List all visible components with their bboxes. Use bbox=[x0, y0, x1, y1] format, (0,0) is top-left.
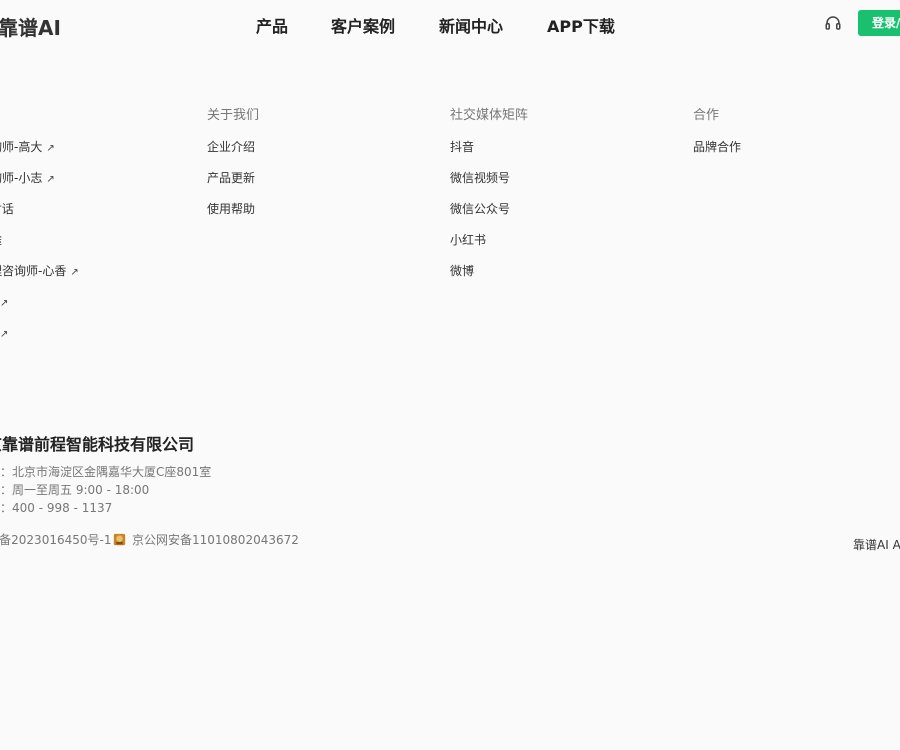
headset-icon[interactable] bbox=[824, 14, 842, 32]
police-record-text: 京公网安备11010802043672 bbox=[132, 533, 299, 547]
footer-link-future[interactable]: 前途 bbox=[0, 231, 79, 262]
footer-link-wechat-channels[interactable]: 微信视频号 bbox=[450, 169, 528, 200]
footer-link-extra-2[interactable]: ↗ bbox=[0, 324, 79, 355]
footer-col-products: 咨询师-高大↗ 咨询师-小志↗ AI对话 前途 心理咨询师-心香↗ ↗ ↗ bbox=[0, 107, 79, 355]
footer-link-wechat-official[interactable]: 微信公众号 bbox=[450, 200, 528, 231]
nav-item-news[interactable]: 新闻中心 bbox=[439, 13, 503, 37]
app-label: 靠谱AI App bbox=[853, 538, 900, 552]
footer-link-douyin[interactable]: 抖音 bbox=[450, 138, 528, 169]
page: 靠谱AI 产品 客户案例 新闻中心 APP下载 登录/注册 咨询师-高大↗ 咨询… bbox=[0, 0, 900, 750]
footer-col-social: 社交媒体矩阵 抖音 微信视频号 微信公众号 小红书 微博 bbox=[450, 107, 528, 293]
icp-record-link[interactable]: 京ICP备2023016450号-1 bbox=[0, 531, 111, 548]
footer-link-brand-cooperation[interactable]: 品牌合作 bbox=[693, 138, 741, 169]
footer-link-product-updates[interactable]: 产品更新 bbox=[207, 169, 259, 200]
col-title-social: 社交媒体矩阵 bbox=[450, 108, 529, 123]
footer-link-counselor-xinxiang[interactable]: 心理咨询师-心香↗ bbox=[0, 262, 79, 293]
site-logo[interactable]: 靠谱AI bbox=[0, 12, 61, 41]
footer-link-help[interactable]: 使用帮助 bbox=[207, 200, 259, 231]
external-link-icon: ↗ bbox=[46, 174, 55, 185]
nav-item-cases[interactable]: 客户案例 bbox=[331, 13, 395, 37]
external-link-icon: ↗ bbox=[70, 267, 79, 278]
login-button[interactable]: 登录/注册 bbox=[858, 10, 900, 36]
footer-col-cooperation: 合作 品牌合作 bbox=[693, 107, 741, 169]
company-name: 北京靠谱前程智能科技有限公司 bbox=[0, 435, 195, 454]
external-link-icon: ↗ bbox=[0, 329, 9, 340]
footer-link-ai-chat[interactable]: AI对话 bbox=[0, 200, 79, 231]
footer-link-counselor-xiaozhi[interactable]: 咨询师-小志↗ bbox=[0, 169, 79, 200]
footer-link-xiaohongshu[interactable]: 小红书 bbox=[450, 231, 528, 262]
police-record-link[interactable]: 京公网安备11010802043672 bbox=[113, 531, 299, 548]
company-info: 公司地址：北京市海淀区金隅嘉华大厦C座801室 工作时间：周一至周五 9:00 … bbox=[0, 463, 211, 517]
footer-link-extra-1[interactable]: ↗ bbox=[0, 293, 79, 324]
footer-col-about: 关于我们 企业介绍 产品更新 使用帮助 bbox=[207, 107, 259, 231]
col-title-about: 关于我们 bbox=[207, 108, 260, 123]
col-title-cooperation: 合作 bbox=[693, 108, 720, 123]
external-link-icon: ↗ bbox=[46, 143, 55, 154]
footer-link-company-intro[interactable]: 企业介绍 bbox=[207, 138, 259, 169]
company-phone: 联系电话：400 - 998 - 1137 bbox=[0, 501, 113, 515]
col-title-empty bbox=[0, 107, 79, 125]
footer-link-weibo[interactable]: 微博 bbox=[450, 262, 528, 293]
external-link-icon: ↗ bbox=[0, 298, 9, 309]
company-address: 公司地址：北京市海淀区金隅嘉华大厦C座801室 bbox=[0, 465, 212, 479]
nav-item-products[interactable]: 产品 bbox=[256, 13, 288, 37]
company-hours: 工作时间：周一至周五 9:00 - 18:00 bbox=[0, 483, 150, 497]
police-badge-icon bbox=[113, 533, 126, 546]
footer-link-counselor-gaoda[interactable]: 咨询师-高大↗ bbox=[0, 138, 79, 169]
nav-item-app-download[interactable]: APP下载 bbox=[547, 13, 615, 37]
